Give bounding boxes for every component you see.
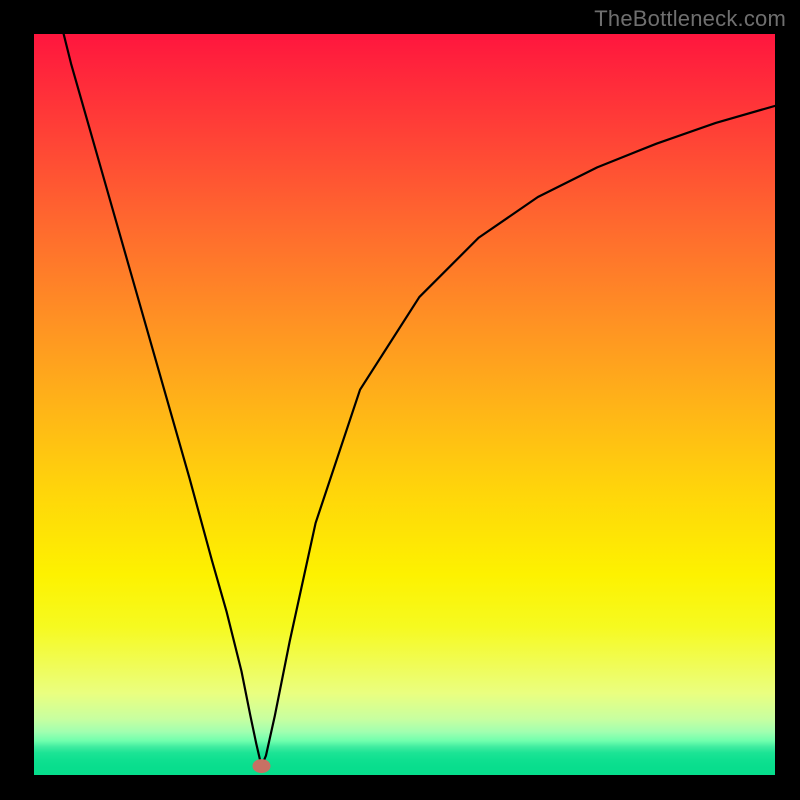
plot-area bbox=[34, 34, 775, 775]
watermark-label: TheBottleneck.com bbox=[594, 6, 786, 32]
chart-stage: TheBottleneck.com bbox=[0, 0, 800, 800]
curve-layer bbox=[34, 34, 775, 775]
bottleneck-curve bbox=[49, 34, 775, 766]
minimum-marker-icon bbox=[252, 759, 270, 773]
